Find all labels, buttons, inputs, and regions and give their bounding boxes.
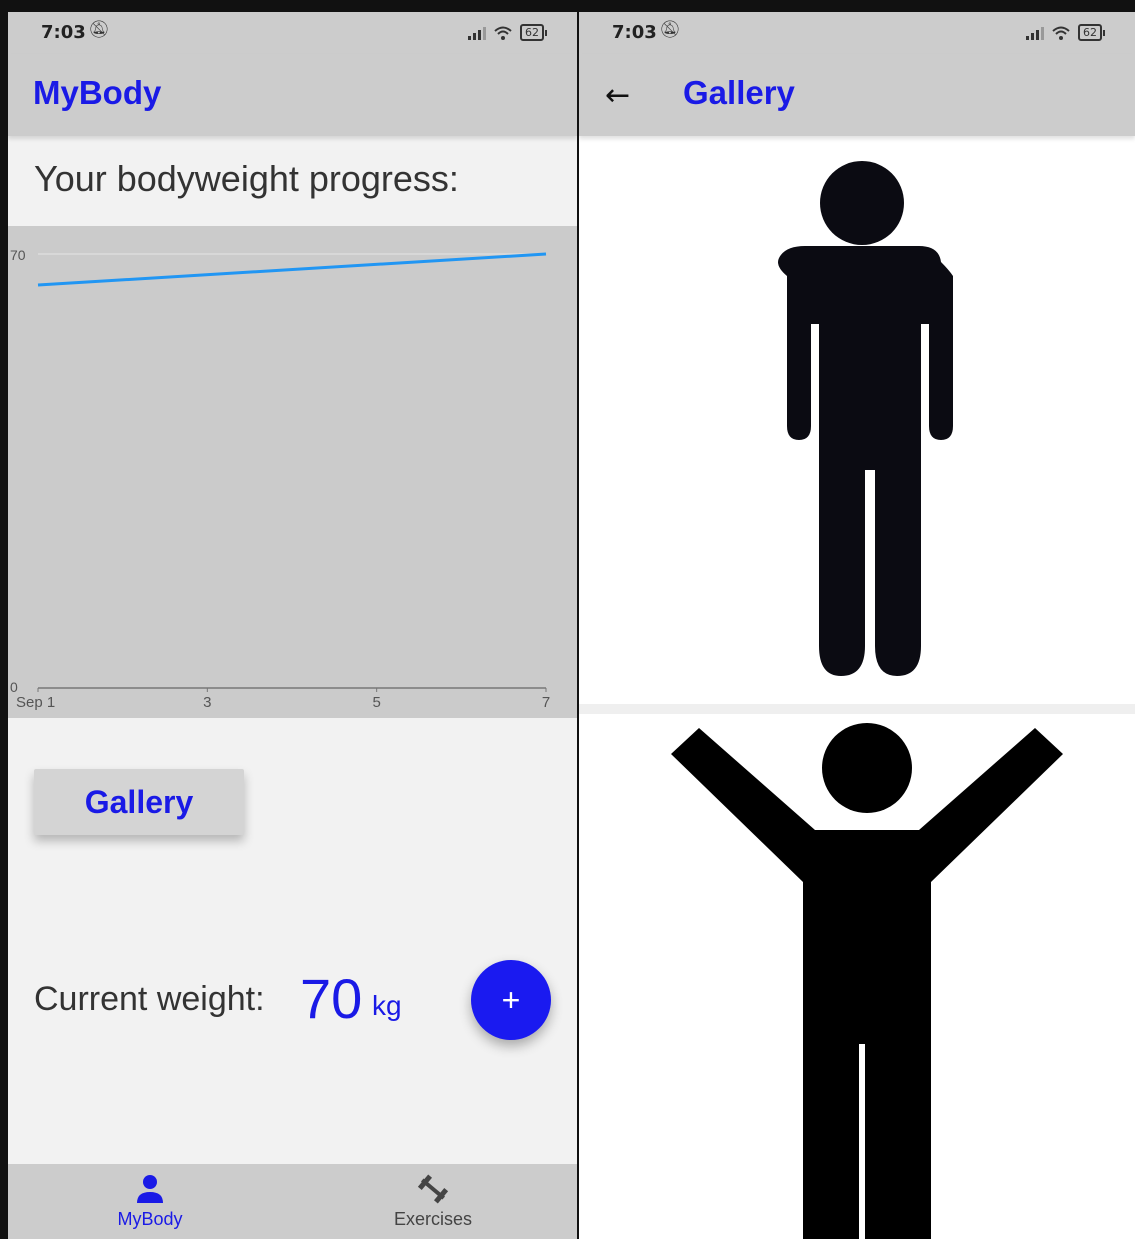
gallery-button[interactable]: Gallery bbox=[34, 769, 244, 835]
gallery-title: Gallery bbox=[683, 74, 795, 111]
bottom-navigation: MyBody Exercises bbox=[8, 1164, 577, 1239]
x-tick-label: 7 bbox=[542, 694, 550, 711]
app-title: MyBody bbox=[33, 74, 162, 111]
y-tick-label: 0 bbox=[10, 679, 18, 695]
wifi-icon bbox=[494, 26, 512, 40]
muted-bell-icon: 🔕︎ bbox=[659, 20, 681, 40]
app-bar: MyBody bbox=[8, 54, 577, 136]
nav-item-mybody[interactable]: MyBody bbox=[70, 1164, 230, 1239]
person-icon bbox=[137, 1175, 163, 1203]
add-weight-button[interactable]: + bbox=[471, 960, 551, 1040]
battery-icon: 62 bbox=[520, 24, 547, 41]
signal-icon bbox=[1026, 26, 1044, 40]
arrow-left-icon[interactable]: ← bbox=[605, 78, 630, 113]
x-tick-label: 3 bbox=[203, 694, 211, 711]
app-bar: ← Gallery bbox=[579, 54, 1135, 136]
battery-level: 62 bbox=[520, 24, 544, 41]
bodyweight-chart: 0 70 Sep 1 3 5 7 bbox=[8, 226, 577, 718]
status-time: 7:03 bbox=[41, 22, 86, 43]
gallery-photo[interactable] bbox=[579, 136, 1135, 704]
current-weight-label: Current weight: bbox=[34, 980, 265, 1018]
gallery-photo[interactable] bbox=[579, 714, 1135, 1239]
x-tick-label: Sep 1 bbox=[16, 694, 55, 711]
nav-label-exercises: Exercises bbox=[393, 1209, 473, 1229]
status-bar: 7:03 🔕︎ 62 bbox=[8, 12, 577, 54]
status-time: 7:03 bbox=[612, 22, 657, 43]
y-tick-label: 70 bbox=[10, 247, 26, 263]
status-bar: 7:03 🔕︎ 62 bbox=[579, 12, 1135, 54]
standing-person-icon bbox=[778, 161, 953, 676]
battery-icon: 62 bbox=[1078, 24, 1105, 41]
current-weight-value: 70 bbox=[300, 967, 363, 1030]
dumbbell-icon bbox=[417, 1174, 449, 1204]
plus-icon: + bbox=[501, 981, 521, 1018]
muted-bell-icon: 🔕︎ bbox=[88, 20, 110, 40]
person-arms-raised-icon bbox=[671, 723, 1063, 1239]
x-tick-label: 5 bbox=[372, 694, 380, 711]
nav-item-exercises[interactable]: Exercises bbox=[353, 1164, 513, 1239]
nav-label-mybody: MyBody bbox=[117, 1209, 183, 1229]
progress-heading: Your bodyweight progress: bbox=[34, 158, 459, 199]
battery-level: 62 bbox=[1078, 24, 1102, 41]
photo-divider bbox=[579, 704, 1135, 714]
gallery-screen: 7:03 🔕︎ 62 ← Gallery bbox=[579, 12, 1135, 1239]
mybody-screen: 7:03 🔕︎ 62 MyBody Your bodyweight progre… bbox=[8, 12, 577, 1239]
signal-icon bbox=[468, 26, 486, 40]
wifi-icon bbox=[1052, 26, 1070, 40]
current-weight-unit: kg bbox=[372, 990, 402, 1021]
weight-series-line bbox=[37, 252, 547, 287]
